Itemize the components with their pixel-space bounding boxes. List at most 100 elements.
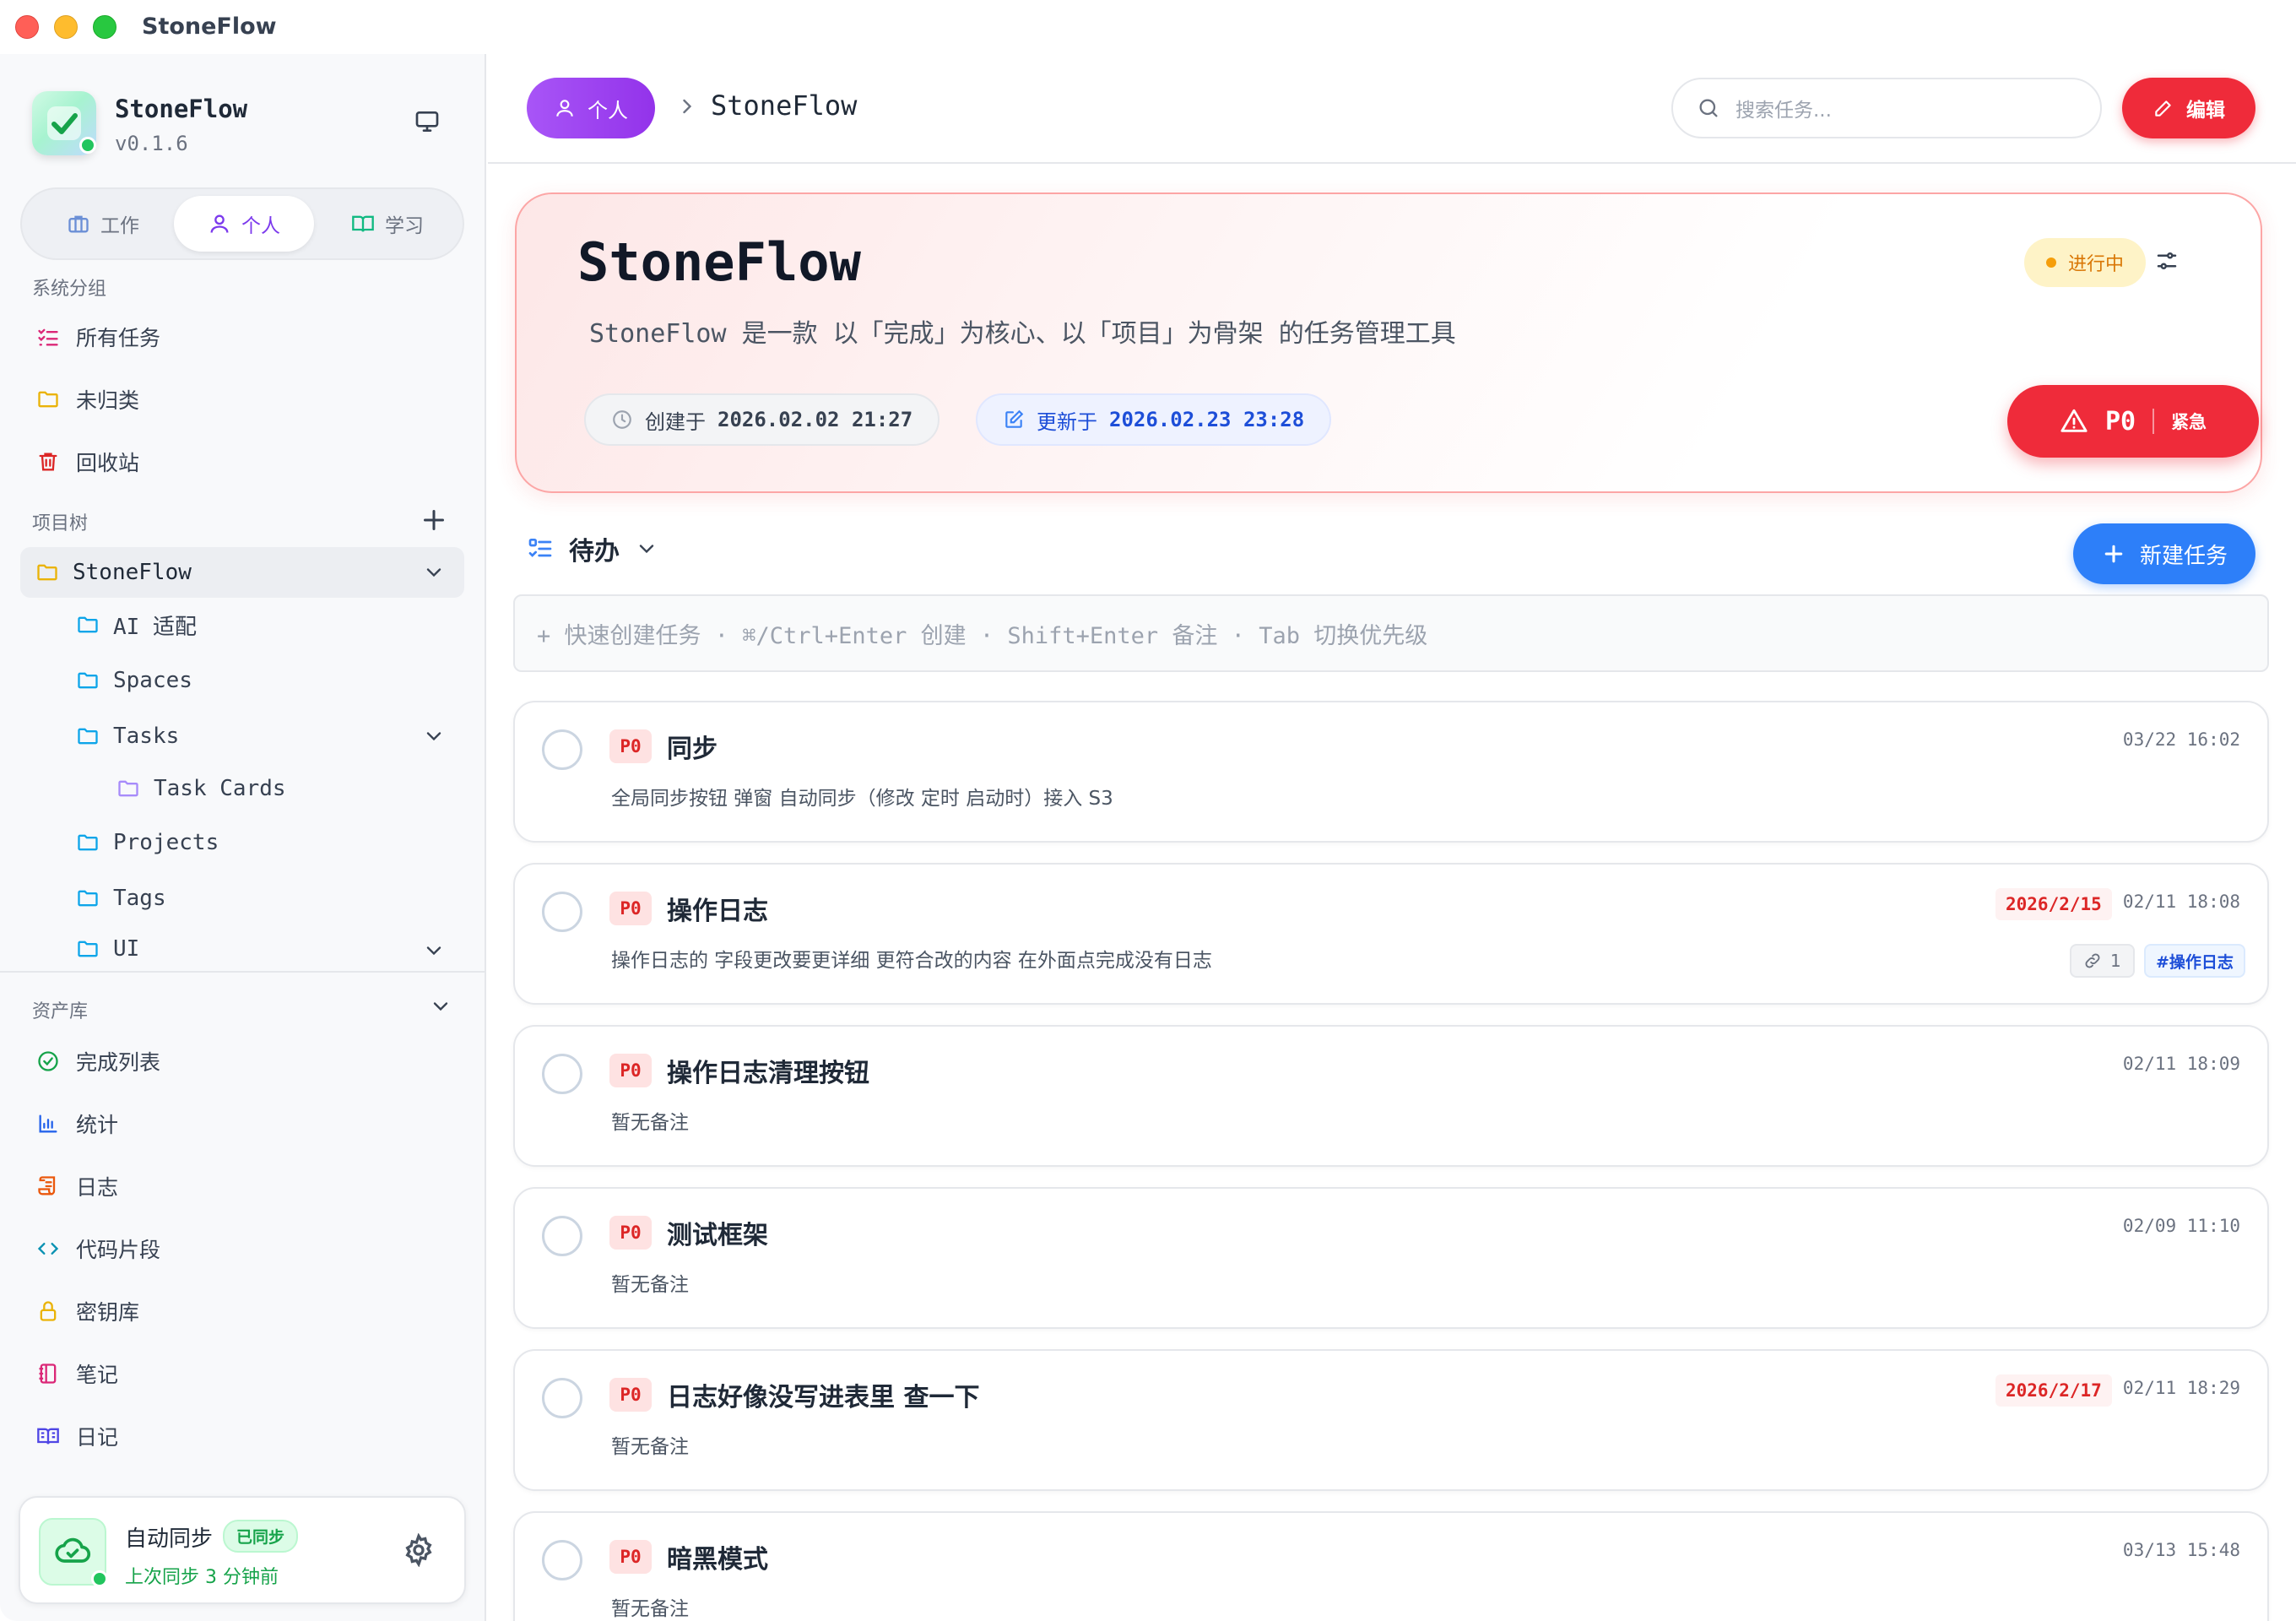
nav-label: 未归类	[76, 388, 140, 413]
nav-label: 完成列表	[76, 1050, 161, 1075]
monitor-icon[interactable]	[409, 103, 446, 140]
nav-label: 日志	[76, 1175, 119, 1200]
sync-card[interactable]: 自动同步 已同步 上次同步 3 分钟前	[19, 1496, 466, 1604]
chevron-down-icon[interactable]	[422, 939, 446, 962]
tree-item-tags[interactable]: Tags	[76, 873, 166, 924]
plus-icon	[2104, 545, 2123, 563]
task-card[interactable]: P0 暗黑模式 暂无备注 03/13 15:48	[513, 1511, 2269, 1621]
sliders-icon[interactable]	[2154, 248, 2183, 277]
brand: StoneFlow v0.1.6	[32, 88, 454, 164]
link-count: 1	[2110, 951, 2121, 971]
breadcrumb-space[interactable]: 个人	[527, 78, 655, 138]
task-tag[interactable]: #操作日志	[2144, 944, 2245, 978]
tree-item-ai[interactable]: AI 适配	[76, 599, 197, 650]
project-tree-label: 项目树	[32, 513, 89, 534]
project-status-badge[interactable]: 进行中	[2024, 238, 2147, 287]
task-card[interactable]: P0 操作日志清理按钮 暂无备注 02/11 18:09	[513, 1025, 2269, 1167]
open-book-icon	[35, 1423, 61, 1449]
folder-icon	[78, 834, 98, 851]
chevron-down-icon[interactable]	[422, 561, 446, 584]
add-project-icon[interactable]	[419, 505, 449, 535]
list-filter-dropdown[interactable]: 待办	[527, 523, 658, 574]
space-tab-personal[interactable]: 个人	[174, 196, 314, 252]
tree-item-tasks[interactable]: Tasks	[76, 711, 464, 762]
tree-item-spaces[interactable]: Spaces	[76, 655, 192, 706]
task-priority-badge: P0	[609, 729, 652, 763]
edit-button[interactable]: 编辑	[2122, 78, 2255, 138]
tree-item-projects[interactable]: Projects	[76, 817, 219, 868]
task-checkbox[interactable]	[542, 729, 582, 770]
title-bar: StoneFlow	[0, 0, 2296, 54]
task-title: 测试框架	[667, 1221, 768, 1250]
task-note: 暂无备注	[611, 1274, 689, 1296]
project-description: StoneFlow 是一款 以「完成」为核心、以「项目」为骨架 的任务管理工具	[589, 319, 1456, 349]
task-link-count[interactable]: 1	[2070, 944, 2135, 978]
space-switcher: 工作 个人 学习	[20, 187, 464, 260]
space-tab-label: 个人	[241, 215, 280, 237]
sync-status-dot	[91, 1570, 108, 1587]
task-due-date: 2026/2/17	[1995, 1374, 2112, 1407]
space-tab-work[interactable]: 工作	[29, 196, 177, 252]
priority-button[interactable]: P0 紧急	[2007, 385, 2259, 458]
nav-trash[interactable]: 回收站	[20, 436, 464, 488]
tree-item-ui[interactable]: UI	[76, 929, 464, 969]
nav-vault[interactable]: 密钥库	[20, 1285, 464, 1337]
task-note: 全局同步按钮 弹窗 自动同步（修改 定时 启动时）接入 S3	[611, 788, 1113, 810]
minimize-window-button[interactable]	[54, 15, 78, 39]
task-card[interactable]: P0 操作日志 操作日志的 字段更改要更详细 更符合改的内容 在外面点完成没有日…	[513, 863, 2269, 1005]
nav-label: 所有任务	[76, 326, 161, 350]
task-checkbox[interactable]	[542, 1540, 582, 1580]
space-tab-label: 工作	[100, 215, 139, 237]
online-status-dot	[79, 137, 96, 154]
chevron-down-icon[interactable]	[422, 724, 446, 748]
tree-item-label: Spaces	[113, 668, 192, 693]
updated-at-pill: 更新于 2026.02.23 23:28	[976, 393, 1332, 446]
edit-square-icon	[1005, 409, 1024, 428]
nav-stats[interactable]: 统计	[20, 1098, 464, 1150]
folder-icon	[78, 890, 98, 907]
new-task-label: 新建任务	[2139, 543, 2228, 569]
nav-diary[interactable]: 日记	[20, 1410, 464, 1462]
chevron-down-icon[interactable]	[429, 995, 452, 1018]
nav-uncategorized[interactable]: 未归类	[20, 373, 464, 426]
nav-all-tasks[interactable]: 所有任务	[20, 311, 464, 363]
task-card[interactable]: P0 同步 全局同步按钮 弹窗 自动同步（修改 定时 启动时）接入 S3 03/…	[513, 701, 2269, 843]
breadcrumb-project[interactable]: StoneFlow	[711, 89, 857, 122]
task-checkbox[interactable]	[542, 1054, 582, 1094]
list-check-icon	[35, 324, 61, 350]
tree-item-label: Tags	[113, 886, 166, 911]
close-window-button[interactable]	[15, 15, 39, 39]
created-value: 2026.02.02 21:27	[718, 408, 913, 431]
task-checkbox[interactable]	[542, 1216, 582, 1256]
task-card[interactable]: P0 测试框架 暂无备注 02/09 11:10	[513, 1187, 2269, 1329]
nav-notes[interactable]: 笔记	[20, 1347, 464, 1400]
tree-item-task-cards[interactable]: Task Cards	[116, 763, 286, 814]
gear-icon[interactable]	[402, 1532, 439, 1570]
task-priority-badge: P0	[609, 1216, 652, 1250]
quick-create-input[interactable]: + 快速创建任务 · ⌘/Ctrl+Enter 创建 · Shift+Enter…	[513, 594, 2269, 672]
sync-last-time: 上次同步 3 分钟前	[125, 1567, 279, 1588]
nav-logs[interactable]: 日志	[20, 1160, 464, 1212]
task-card[interactable]: P0 日志好像没写进表里 查一下 暂无备注 2026/2/17 02/11 18…	[513, 1349, 2269, 1491]
new-task-button[interactable]: 新建任务	[2073, 523, 2255, 584]
code-icon	[35, 1236, 61, 1261]
task-checkbox[interactable]	[542, 892, 582, 932]
space-tab-label: 学习	[385, 215, 424, 237]
task-note: 暂无备注	[611, 1436, 689, 1458]
tree-item-label: Tasks	[113, 724, 180, 749]
sync-status-badge: 已同步	[223, 1520, 299, 1553]
nav-snippets[interactable]: 代码片段	[20, 1223, 464, 1275]
nav-completed[interactable]: 完成列表	[20, 1035, 464, 1087]
priority-divider	[2152, 409, 2155, 434]
search-input[interactable]: 搜索任务...	[1671, 78, 2102, 138]
task-due-date: 2026/2/15	[1995, 888, 2112, 920]
warning-icon	[2060, 409, 2088, 432]
task-checkbox[interactable]	[542, 1378, 582, 1418]
task-priority-badge: P0	[609, 1540, 652, 1574]
tree-item-stoneflow[interactable]: StoneFlow	[20, 547, 464, 598]
folder-icon	[78, 941, 98, 957]
zoom-window-button[interactable]	[93, 15, 116, 39]
task-priority-badge: P0	[609, 1378, 652, 1412]
space-tab-study[interactable]: 学习	[317, 196, 458, 252]
task-time: 02/11 18:08	[2122, 892, 2240, 912]
